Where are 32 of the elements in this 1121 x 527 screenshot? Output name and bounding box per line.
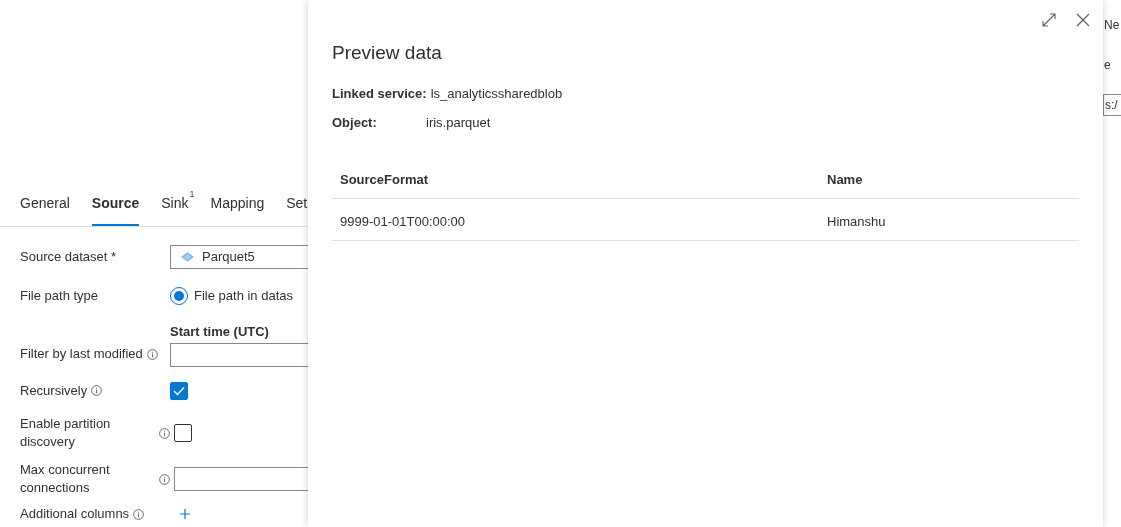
field-value: iris.parquet — [426, 115, 491, 130]
field-label: Max concurrent connections — [20, 461, 111, 497]
column-header: SourceFormat — [332, 160, 819, 199]
checkbox[interactable] — [174, 424, 192, 442]
field-label: Filter by last modified — [20, 345, 143, 363]
field-label: Recursively — [20, 381, 88, 400]
text-fragment: e — [1103, 57, 1112, 74]
field-label: Enable partition discovery — [20, 415, 112, 451]
field-label: Additional columns — [20, 505, 130, 523]
tab[interactable]: Source — [91, 182, 140, 226]
tab[interactable]: Mapping — [210, 182, 265, 226]
plus-icon — [180, 509, 190, 519]
field-label: Start time (UTC) — [170, 324, 270, 339]
notification-count: 1 — [189, 189, 195, 199]
dataset-icon — [181, 251, 194, 262]
checkbox[interactable] — [170, 381, 188, 400]
tab[interactable]: General — [20, 182, 70, 226]
expand-button[interactable] — [1041, 12, 1057, 28]
table-cell: 9999-01-01T00:00:00 — [332, 198, 819, 241]
field-value: ls_analyticssharedblob — [430, 86, 563, 101]
close-button[interactable] — [1075, 12, 1091, 28]
check-icon — [173, 385, 185, 396]
field-label: Source dataset * — [20, 247, 117, 266]
column-header: Name — [819, 160, 1079, 199]
field-label: File path type — [20, 286, 99, 305]
field-label: Object: — [332, 115, 378, 130]
table-cell: Himanshu — [819, 198, 1079, 241]
text-fragment: Ne — [1103, 17, 1121, 34]
panel-title: Preview data — [332, 42, 443, 64]
tab[interactable]: Set — [286, 182, 308, 226]
radio-label[interactable]: File path in datas — [194, 288, 293, 303]
field-label: Linked service: — [332, 86, 427, 101]
